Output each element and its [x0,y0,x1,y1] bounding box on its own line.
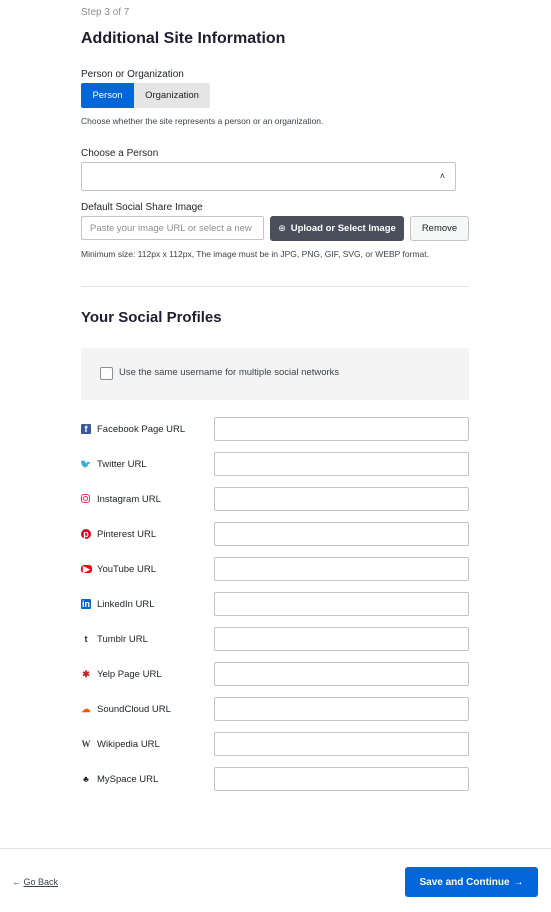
choose-person-label: Choose a Person [81,148,159,159]
person-option-button[interactable]: Person [81,83,134,108]
twitter-label: Twitter URL [97,459,147,470]
twitter-icon: 🐦 [80,458,92,469]
social-row-pinterest: p Pinterest URL [81,522,469,546]
twitter-url-input[interactable] [214,452,469,476]
myspace-url-input[interactable] [214,767,469,791]
choose-person-select[interactable]: ˄ [81,162,456,191]
youtube-url-input[interactable] [214,557,469,581]
facebook-icon: f [81,424,91,434]
share-image-help: Minimum size: 112px x 112px, The image m… [81,249,429,259]
footer-divider [0,848,551,849]
arrow-right-icon: → [513,876,524,888]
social-row-youtube: ▶ YouTube URL [81,557,469,581]
chevron-up-icon: ˄ [439,171,445,181]
social-row-linkedin: in LinkedIn URL [81,592,469,616]
wikipedia-icon: W [81,738,91,749]
upload-image-button[interactable]: ⊕ Upload or Select Image [270,216,404,241]
same-username-checkbox[interactable] [100,367,113,380]
yelp-url-input[interactable] [214,662,469,686]
youtube-icon: ▶ [81,564,92,573]
tumblr-icon: t [84,633,88,644]
linkedin-url-input[interactable] [214,592,469,616]
pinterest-label: Pinterest URL [97,529,157,540]
social-profiles-title: Your Social Profiles [81,309,222,326]
myspace-label: MySpace URL [97,774,159,785]
share-image-label: Default Social Share Image [81,202,203,213]
wikipedia-label: Wikipedia URL [97,739,160,750]
tumblr-label: Tumblr URL [97,634,148,645]
save-and-continue-label: Save and Continue [419,876,510,888]
instagram-url-input[interactable] [214,487,469,511]
pinterest-url-input[interactable] [214,522,469,546]
page-title: Additional Site Information [81,30,286,47]
remove-image-button[interactable]: Remove [410,216,469,241]
upload-image-label: Upload or Select Image [290,223,396,234]
step-indicator: Step 3 of 7 [81,7,130,18]
share-image-url-input[interactable] [81,216,264,240]
wikipedia-url-input[interactable] [214,732,469,756]
facebook-label: Facebook Page URL [97,424,186,435]
pinterest-icon: p [81,529,91,539]
tumblr-url-input[interactable] [214,627,469,651]
social-row-wikipedia: W Wikipedia URL [81,732,469,756]
organization-option-button[interactable]: Organization [134,83,210,108]
person-org-label: Person or Organization [81,69,184,80]
soundcloud-label: SoundCloud URL [97,704,171,715]
yelp-icon: ✱ [82,668,90,679]
instagram-label: Instagram URL [97,494,161,505]
section-divider [81,286,469,287]
save-and-continue-button[interactable]: Save and Continue → [405,867,538,897]
youtube-label: YouTube URL [97,564,156,575]
instagram-icon [81,494,90,503]
linkedin-icon: in [81,598,91,609]
linkedin-label: LinkedIn URL [97,599,155,610]
arrow-left-icon: ← [12,877,21,887]
go-back-link[interactable]: ← Go Back [12,877,58,887]
facebook-url-input[interactable] [214,417,469,441]
go-back-label: Go Back [23,877,59,887]
yelp-label: Yelp Page URL [97,669,162,680]
person-org-toggle: Person Organization [81,83,210,108]
upload-icon: ⊕ [278,223,286,233]
soundcloud-icon: ☁ [81,703,91,714]
social-row-facebook: f Facebook Page URL [81,417,469,441]
myspace-icon: ♣ [83,773,89,784]
soundcloud-url-input[interactable] [214,697,469,721]
same-username-label: Use the same username for multiple socia… [119,367,340,378]
social-row-tumblr: t Tumblr URL [81,627,469,651]
social-row-twitter: 🐦 Twitter URL [80,452,469,476]
person-org-help: Choose whether the site represents a per… [81,116,324,126]
social-row-yelp: ✱ Yelp Page URL [81,662,469,686]
same-username-panel: Use the same username for multiple socia… [81,348,469,400]
social-row-myspace: ♣ MySpace URL [81,767,469,791]
social-row-soundcloud: ☁ SoundCloud URL [81,697,469,721]
social-row-instagram: Instagram URL [81,487,469,511]
